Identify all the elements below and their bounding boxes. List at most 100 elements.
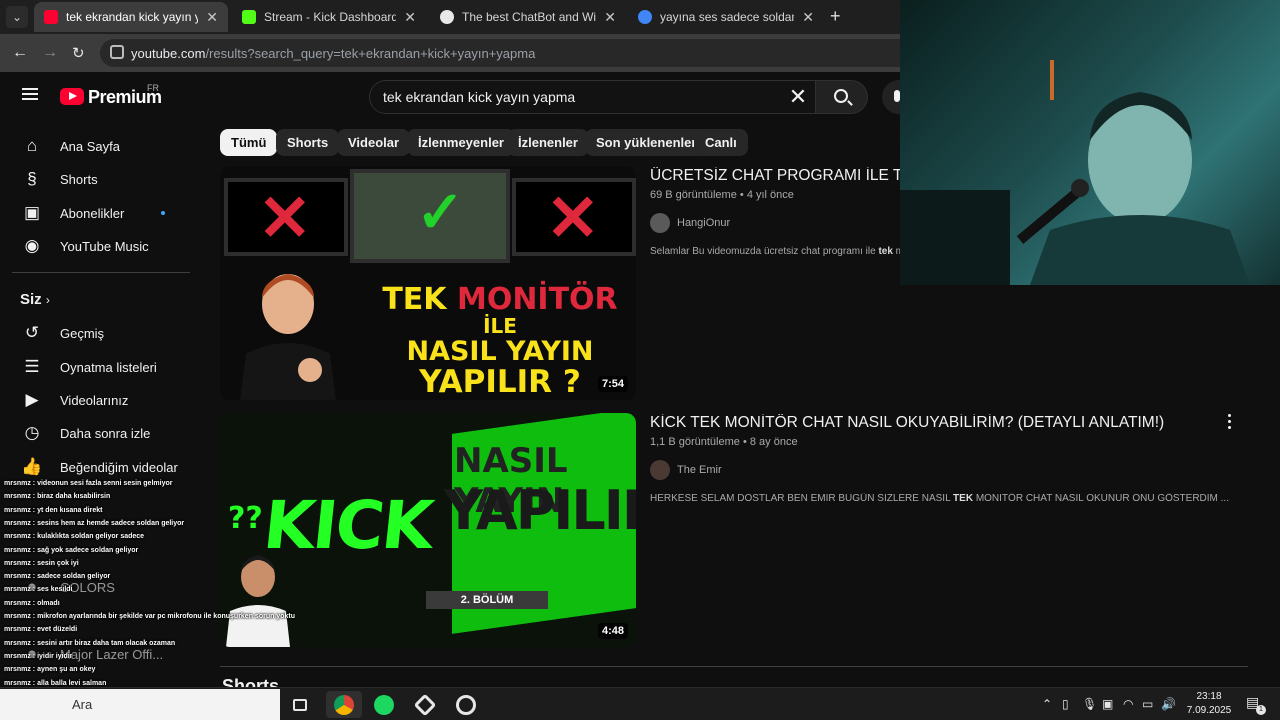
video-thumbnail[interactable]: NASIL YAYIN YAPILIR? KICK ?? 2. BÖLÜM 4:… xyxy=(220,413,636,647)
close-tab-icon[interactable]: ✕ xyxy=(206,9,218,26)
tray-camera-icon[interactable]: ▣ xyxy=(1102,697,1113,711)
thinking-person-graphic xyxy=(226,555,290,647)
chat-message: mrsnmz : iyidir iyidir xyxy=(4,653,72,660)
voice-search-button[interactable] xyxy=(882,80,900,114)
history-icon: ↺ xyxy=(24,323,40,342)
taskbar-search[interactable]: Ara xyxy=(0,689,280,720)
hexagon-app-icon xyxy=(413,693,437,716)
site-info-icon[interactable] xyxy=(110,45,124,59)
sidebar-item-watch-later[interactable]: ◷ Daha sonra izle xyxy=(12,416,190,450)
chip-shorts[interactable]: Shorts xyxy=(276,129,340,156)
sidebar-item-shorts[interactable]: § Shorts xyxy=(12,162,190,196)
forward-arrow-icon[interactable]: → xyxy=(42,44,58,62)
chat-username: mrsnmz xyxy=(4,507,31,514)
spotify-logo-icon xyxy=(374,694,394,715)
chatbot-favicon-icon xyxy=(440,10,454,24)
video-description: Selamlar Bu videomuzda ücretsiz chat pro… xyxy=(650,246,900,257)
tray-mic-icon[interactable]: 🎙 xyxy=(1082,697,1097,711)
channel-name[interactable]: HangiOnur xyxy=(677,217,730,229)
video-thumbnail[interactable]: ✕ ✕ ✓ TEK MONİTÖR İLE NASIL YAYIN YAPILI… xyxy=(220,166,636,400)
tab-kick-dashboard[interactable]: Stream - Kick Dashboard ✕ xyxy=(232,2,426,32)
chat-text: sesini artır biraz daha tam olacak ozama… xyxy=(37,640,176,647)
channel-name[interactable]: The Emir xyxy=(677,464,722,476)
video-title[interactable]: KİCK TEK MONİTÖR CHAT NASIL OKUYABİLİRİM… xyxy=(650,414,1220,432)
your-videos-icon: ▶ xyxy=(25,390,39,409)
streamer-person-graphic xyxy=(240,274,336,400)
tab-title: Stream - Kick Dashboard xyxy=(264,10,397,24)
sidebar-item-label: Ana Sayfa xyxy=(60,138,120,154)
tray-volume-icon[interactable]: 🔊 xyxy=(1161,697,1176,711)
tray-overflow-chevron-icon[interactable]: ⌃ xyxy=(1042,697,1052,711)
sidebar-item-label: Major Lazer Offi... xyxy=(60,646,164,662)
desc-text: m xyxy=(895,246,900,257)
tray-wifi-icon[interactable]: ◠ xyxy=(1123,697,1133,711)
sidebar-item-home[interactable]: ⌂ Ana Sayfa xyxy=(12,129,190,163)
windows-taskbar: Ara ⌃ ▯ 🎙 ▣ ◠ ▭ 🔊 23:18 7.09.2025 ▤ 1 xyxy=(0,687,1280,720)
kick-favicon-icon xyxy=(242,10,256,24)
sidebar-item-playlists[interactable]: ☰ Oynatma listeleri xyxy=(12,350,190,384)
chip-recently-uploaded[interactable]: Son yüklenenler xyxy=(585,129,708,156)
close-tab-icon[interactable]: ✕ xyxy=(604,9,616,26)
google-favicon-icon xyxy=(638,10,652,24)
sidebar-item-history[interactable]: ↺ Geçmiş xyxy=(12,316,190,350)
chip-all[interactable]: Tümü xyxy=(220,129,278,156)
tab-search-button[interactable]: ⌄ xyxy=(6,6,28,28)
desc-highlight: TEK xyxy=(953,493,974,504)
chip-watched[interactable]: İzlenenler xyxy=(507,129,589,156)
tab-youtube-search[interactable]: tek ekrandan kick yayın yapma ✕ xyxy=(34,2,228,32)
obs-taskbar-icon[interactable] xyxy=(448,691,484,718)
reload-icon[interactable]: ↻ xyxy=(72,44,85,62)
chat-text: sesin çok iyi xyxy=(37,560,79,567)
chip-unwatched[interactable]: İzlenmeyenler xyxy=(407,129,515,156)
address-bar[interactable]: youtube.com/results?search_query=tek+ekr… xyxy=(100,39,900,67)
tray-device-icon[interactable]: ▯ xyxy=(1062,697,1069,711)
sidebar-item-your-videos[interactable]: ▶ Videolarınız xyxy=(12,383,190,417)
channel-avatar[interactable] xyxy=(650,460,670,480)
chat-username: mrsnmz xyxy=(4,547,31,554)
search-input[interactable]: tek ekrandan kick yayın yapma ✕ xyxy=(369,80,816,114)
menu-icon[interactable] xyxy=(22,88,38,100)
chevron-right-icon: › xyxy=(45,293,50,307)
video-title[interactable]: ÜCRETSİZ CHAT PROGRAMI İLE TEK E xyxy=(650,167,900,185)
sidebar-you-heading[interactable]: Siz › xyxy=(20,291,50,308)
search-button[interactable] xyxy=(816,80,868,114)
green-check-icon: ✓ xyxy=(416,180,465,245)
sidebar-item-youtube-music[interactable]: ◉ YouTube Music xyxy=(12,229,190,263)
more-options-icon[interactable] xyxy=(1228,414,1232,432)
chat-username: mrsnmz xyxy=(4,533,31,540)
red-x-icon: ✕ xyxy=(546,182,600,254)
channel-avatar[interactable] xyxy=(650,213,670,233)
chat-username: mrsnmz xyxy=(4,613,31,620)
chat-text: yt den kısana direkt xyxy=(37,507,103,514)
thumb-title-line3: NASIL YAYIN xyxy=(406,336,594,367)
clear-search-icon[interactable]: ✕ xyxy=(785,84,811,110)
chip-live[interactable]: Canlı xyxy=(694,129,748,156)
chrome-taskbar-icon[interactable] xyxy=(326,691,362,718)
chat-username: mrsnmz xyxy=(4,600,31,607)
close-tab-icon[interactable]: ✕ xyxy=(802,9,814,26)
tab-google-search[interactable]: yayına ses sadece soldan geliyo ✕ xyxy=(628,2,824,32)
sidebar-item-liked-videos[interactable]: 👍 Beğendiğim videolar xyxy=(12,450,190,484)
close-tab-icon[interactable]: ✕ xyxy=(404,9,416,26)
tab-title: yayına ses sadece soldan geliyo xyxy=(660,10,794,24)
task-view-icon[interactable] xyxy=(282,691,318,718)
thumb-word: TEK xyxy=(382,282,457,317)
tab-chatbot-widgets[interactable]: The best ChatBot and Widgets f ✕ xyxy=(430,2,626,32)
chat-message: mrsnmz : sadece soldan geliyor xyxy=(4,573,110,580)
search-query-text: tek ekrandan kick yayın yapma xyxy=(383,89,576,105)
tray-battery-icon[interactable]: ▭ xyxy=(1142,697,1153,711)
chat-message: mrsnmz : ses kesildi xyxy=(4,586,73,593)
spotify-taskbar-icon[interactable] xyxy=(366,691,402,718)
chat-message: mrsnmz : evet düzeldi xyxy=(4,626,77,633)
webcam-overlay xyxy=(900,0,1280,285)
taskbar-clock[interactable]: 23:18 7.09.2025 xyxy=(1186,690,1232,718)
back-arrow-icon[interactable]: ← xyxy=(12,44,28,62)
app-taskbar-icon[interactable] xyxy=(407,691,443,718)
new-tab-plus-icon[interactable]: + xyxy=(830,6,841,27)
url-domain: youtube.com xyxy=(131,46,206,61)
taskbar-search-label: Ara xyxy=(72,697,93,712)
desc-highlight: tek xyxy=(878,246,893,257)
thumb-title-line4: YAPILIR ? xyxy=(419,364,581,400)
youtube-logo-icon[interactable] xyxy=(60,88,84,105)
chip-videos[interactable]: Videolar xyxy=(337,129,411,156)
